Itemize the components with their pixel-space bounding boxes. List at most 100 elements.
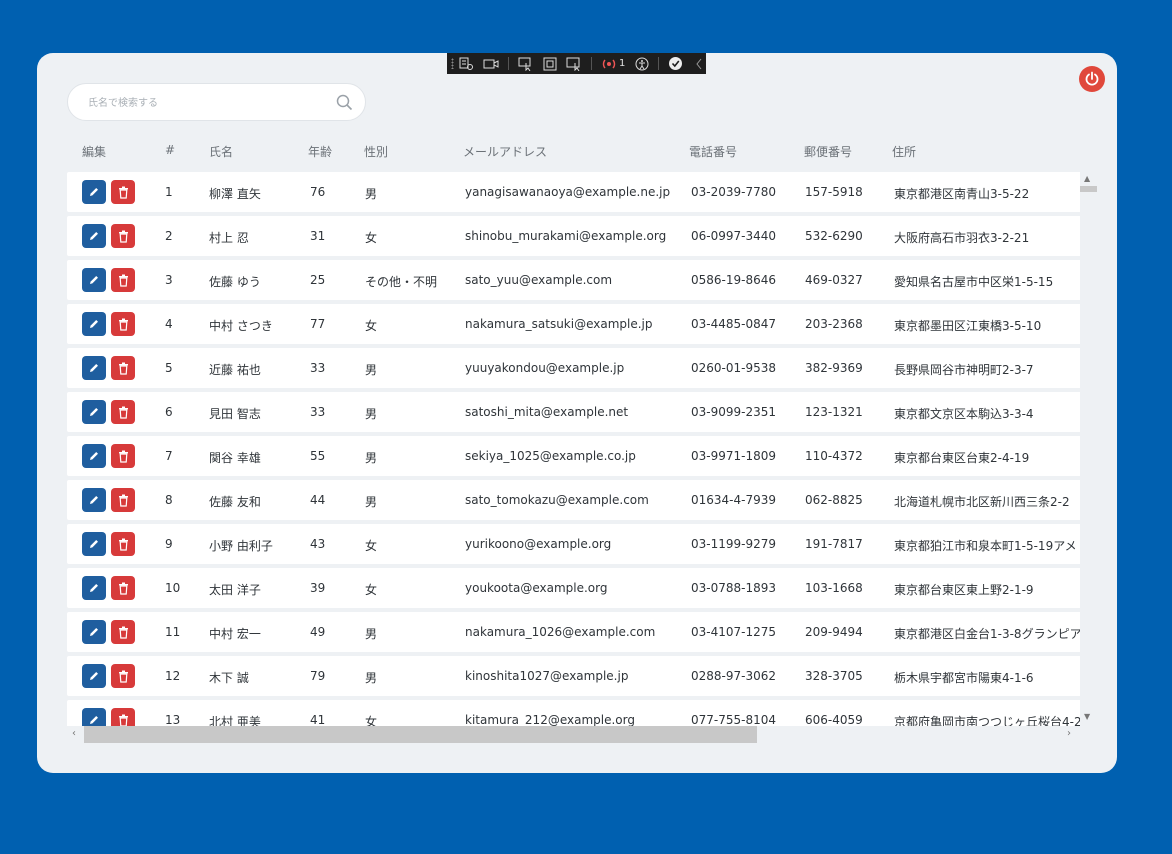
scroll-right-icon[interactable]: › bbox=[1067, 728, 1071, 739]
row-number: 9 bbox=[165, 537, 173, 551]
row-name: 柳澤 直矢 bbox=[209, 187, 261, 201]
delete-button[interactable] bbox=[111, 664, 135, 688]
edit-button[interactable] bbox=[82, 224, 106, 248]
track-focus-icon[interactable] bbox=[566, 56, 582, 71]
delete-button[interactable] bbox=[111, 488, 135, 512]
row-zip: 606-4059 bbox=[805, 713, 863, 727]
row-age: 44 bbox=[310, 493, 326, 507]
delete-button[interactable] bbox=[111, 356, 135, 380]
row-gender: 男 bbox=[365, 671, 378, 685]
column-header-zip: 郵便番号 bbox=[804, 145, 853, 159]
table-row[interactable]: 2 村上 忍 31 女 shinobu_murakami@example.org 06-0… bbox=[67, 216, 1080, 256]
edit-button[interactable] bbox=[82, 532, 106, 556]
row-number: 12 bbox=[165, 669, 181, 683]
row-phone: 03-9971-1809 bbox=[691, 449, 777, 463]
power-button[interactable] bbox=[1079, 66, 1105, 92]
hot-reload-icon[interactable] bbox=[601, 56, 617, 71]
row-name: 見田 智志 bbox=[209, 407, 261, 421]
edit-button[interactable] bbox=[82, 180, 106, 204]
column-header-age: 年齢 bbox=[308, 145, 333, 159]
trash-icon bbox=[118, 494, 129, 507]
table-row[interactable]: 12 木下 誠 79 男 kinoshita1027@example.jp 0288-97… bbox=[67, 656, 1080, 696]
column-header-address: 住所 bbox=[892, 145, 917, 159]
trash-icon bbox=[118, 538, 129, 551]
search-input[interactable] bbox=[88, 94, 328, 112]
delete-button[interactable] bbox=[111, 400, 135, 424]
live-visual-tree-icon[interactable] bbox=[459, 56, 474, 71]
edit-button[interactable] bbox=[82, 576, 106, 600]
table-row[interactable]: 4 中村 さつき 77 女 nakamura_satsuki@example.jp 03-… bbox=[67, 304, 1080, 344]
row-number: 7 bbox=[165, 449, 173, 463]
scroll-down-icon[interactable]: ▼ bbox=[1084, 712, 1090, 721]
row-address: 大阪府高石市羽衣3-2-21 bbox=[894, 231, 1030, 245]
row-gender: 男 bbox=[365, 407, 378, 421]
delete-button[interactable] bbox=[111, 180, 135, 204]
video-icon[interactable] bbox=[483, 56, 499, 71]
row-age: 79 bbox=[310, 669, 326, 683]
row-name: 近藤 祐也 bbox=[209, 363, 261, 377]
edit-button[interactable] bbox=[82, 664, 106, 688]
row-address: 京都府亀岡市南つつじヶ丘桜台4-2 bbox=[894, 715, 1080, 727]
edit-button[interactable] bbox=[82, 400, 106, 424]
display-adorners-icon[interactable] bbox=[543, 56, 557, 71]
table-row[interactable]: 7 関谷 幸雄 55 男 sekiya_1025@example.co.jp 03-997… bbox=[67, 436, 1080, 476]
row-phone: 06-0997-3440 bbox=[691, 229, 777, 243]
scroll-up-icon[interactable]: ▲ bbox=[1084, 174, 1090, 183]
table-row[interactable]: 6 見田 智志 33 男 satoshi_mita@example.net 03-9099… bbox=[67, 392, 1080, 432]
delete-button[interactable] bbox=[111, 444, 135, 468]
edit-button[interactable] bbox=[82, 620, 106, 644]
delete-button[interactable] bbox=[111, 224, 135, 248]
pencil-icon bbox=[88, 406, 100, 418]
row-name: 太田 洋子 bbox=[209, 583, 261, 597]
row-age: 33 bbox=[310, 405, 326, 419]
row-address: 東京都港区白金台1-3-8グランピア bbox=[894, 627, 1080, 641]
row-number: 2 bbox=[165, 229, 173, 243]
table-body[interactable]: 1 柳澤 直矢 76 男 yanagisawanaoya@example.ne.jp 03… bbox=[67, 172, 1080, 727]
row-gender: 女 bbox=[365, 715, 378, 727]
collapse-chevron-icon[interactable] bbox=[692, 56, 706, 71]
search-icon[interactable] bbox=[336, 94, 353, 115]
edit-button[interactable] bbox=[82, 312, 106, 336]
edit-button[interactable] bbox=[82, 268, 106, 292]
pencil-icon bbox=[88, 318, 100, 330]
scroll-left-icon[interactable]: ‹ bbox=[72, 728, 76, 739]
table-row[interactable]: 9 小野 由利子 43 女 yurikoono@example.org 03-1199-9… bbox=[67, 524, 1080, 564]
row-name: 関谷 幸雄 bbox=[209, 451, 261, 465]
vertical-scroll-thumb[interactable] bbox=[1080, 186, 1097, 192]
delete-button[interactable] bbox=[111, 268, 135, 292]
toolbar-grip-icon[interactable] bbox=[451, 58, 454, 69]
select-element-icon[interactable] bbox=[518, 56, 534, 71]
horizontal-scroll-thumb[interactable] bbox=[84, 726, 757, 743]
row-email: nakamura_1026@example.com bbox=[465, 625, 656, 639]
table-row[interactable]: 1 柳澤 直矢 76 男 yanagisawanaoya@example.ne.jp 03… bbox=[67, 172, 1080, 212]
delete-button[interactable] bbox=[111, 708, 135, 727]
table-row[interactable]: 10 太田 洋子 39 女 youkoota@example.org 03-0788-18… bbox=[67, 568, 1080, 608]
row-age: 33 bbox=[310, 361, 326, 375]
edit-button[interactable] bbox=[82, 488, 106, 512]
delete-button[interactable] bbox=[111, 620, 135, 644]
row-zip: 103-1668 bbox=[805, 581, 863, 595]
horizontal-scrollbar[interactable]: ‹ › bbox=[67, 726, 1080, 743]
table-row[interactable]: 13 北村 亜美 41 女 kitamura_212@example.org 077-75… bbox=[67, 700, 1080, 727]
row-number: 13 bbox=[165, 713, 181, 727]
check-circle-icon[interactable] bbox=[668, 56, 683, 71]
vertical-scrollbar[interactable]: ▲ ▼ bbox=[1080, 172, 1097, 725]
edit-button[interactable] bbox=[82, 356, 106, 380]
row-email: kitamura_212@example.org bbox=[465, 713, 635, 727]
delete-button[interactable] bbox=[111, 576, 135, 600]
row-number: 1 bbox=[165, 185, 173, 199]
delete-button[interactable] bbox=[111, 312, 135, 336]
pencil-icon bbox=[88, 274, 100, 286]
delete-button[interactable] bbox=[111, 532, 135, 556]
row-address: 東京都台東区東上野2-1-9 bbox=[894, 583, 1034, 597]
table-row[interactable]: 5 近藤 祐也 33 男 yuuyakondou@example.jp 0260-01-9… bbox=[67, 348, 1080, 388]
row-phone: 077-755-8104 bbox=[691, 713, 777, 727]
edit-button[interactable] bbox=[82, 708, 106, 727]
table-row[interactable]: 11 中村 宏一 49 男 nakamura_1026@example.com 03-41… bbox=[67, 612, 1080, 652]
table-row[interactable]: 8 佐藤 友和 44 男 sato_tomokazu@example.com 01634-… bbox=[67, 480, 1080, 520]
row-number: 4 bbox=[165, 317, 173, 331]
table-row[interactable]: 3 佐藤 ゆう 25 その他・不明 sato_yuu@example.com 0586-1… bbox=[67, 260, 1080, 300]
accessibility-icon[interactable] bbox=[634, 56, 649, 71]
column-header-gender: 性別 bbox=[364, 145, 389, 159]
edit-button[interactable] bbox=[82, 444, 106, 468]
